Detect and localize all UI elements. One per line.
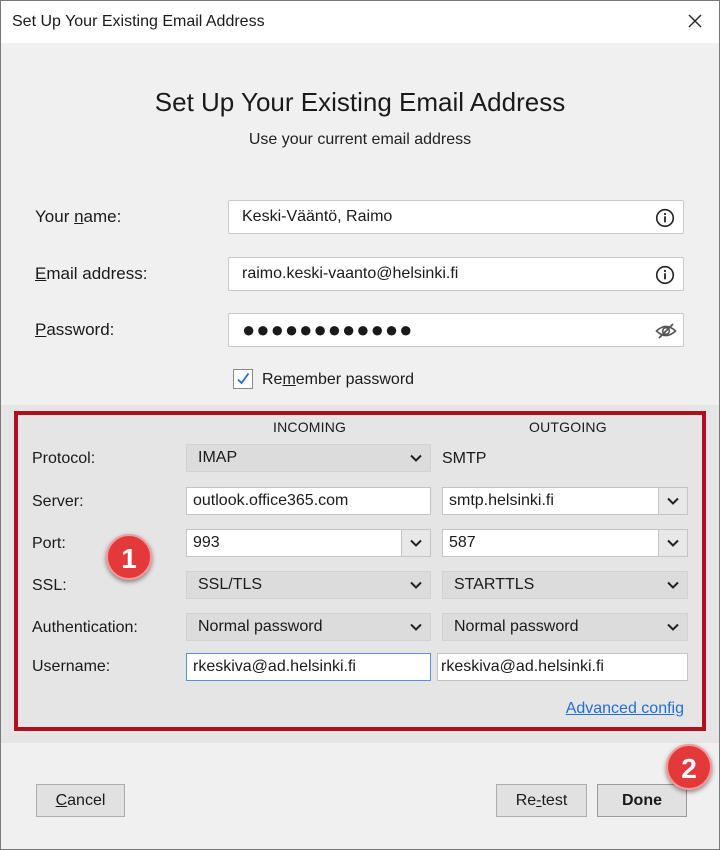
annotation-badge-1: 1 [106, 534, 152, 580]
password-value: ●●●●●●●●●●●● [242, 317, 414, 342]
cancel-button[interactable]: Cancel [36, 784, 125, 817]
done-button[interactable]: Done [597, 784, 687, 817]
password-input[interactable]: ●●●●●●●●●●●● [228, 313, 684, 347]
page-subtitle: Use your current email address [248, 131, 472, 148]
annotation-badge-2: 2 [666, 744, 712, 790]
info-icon[interactable] [655, 208, 675, 228]
checkbox-box[interactable] [233, 369, 253, 389]
name-input[interactable]: Keski-Vääntö, Raimo [228, 200, 684, 234]
name-label: Your name: [35, 207, 122, 226]
name-value: Keski-Vääntö, Raimo [242, 208, 393, 225]
window-title: Set Up Your Existing Email Address [12, 13, 265, 30]
retest-button[interactable]: Re-test [496, 784, 587, 817]
close-icon[interactable] [685, 11, 705, 31]
email-label: Email address: [35, 264, 148, 283]
eye-slash-icon[interactable] [655, 321, 677, 341]
remember-password-label: Remember password [262, 371, 415, 388]
info-icon[interactable] [655, 265, 675, 285]
email-value: raimo.keski-vaanto@helsinki.fi [242, 265, 459, 282]
checkmark-icon [237, 372, 250, 385]
page-title: Set Up Your Existing Email Address [154, 87, 566, 117]
title-bar: Set Up Your Existing Email Address [1, 1, 719, 43]
email-input[interactable]: raimo.keski-vaanto@helsinki.fi [228, 257, 684, 291]
password-label: Password: [35, 320, 115, 339]
dialog-window: Set Up Your Existing Email Address Set U… [0, 0, 720, 850]
